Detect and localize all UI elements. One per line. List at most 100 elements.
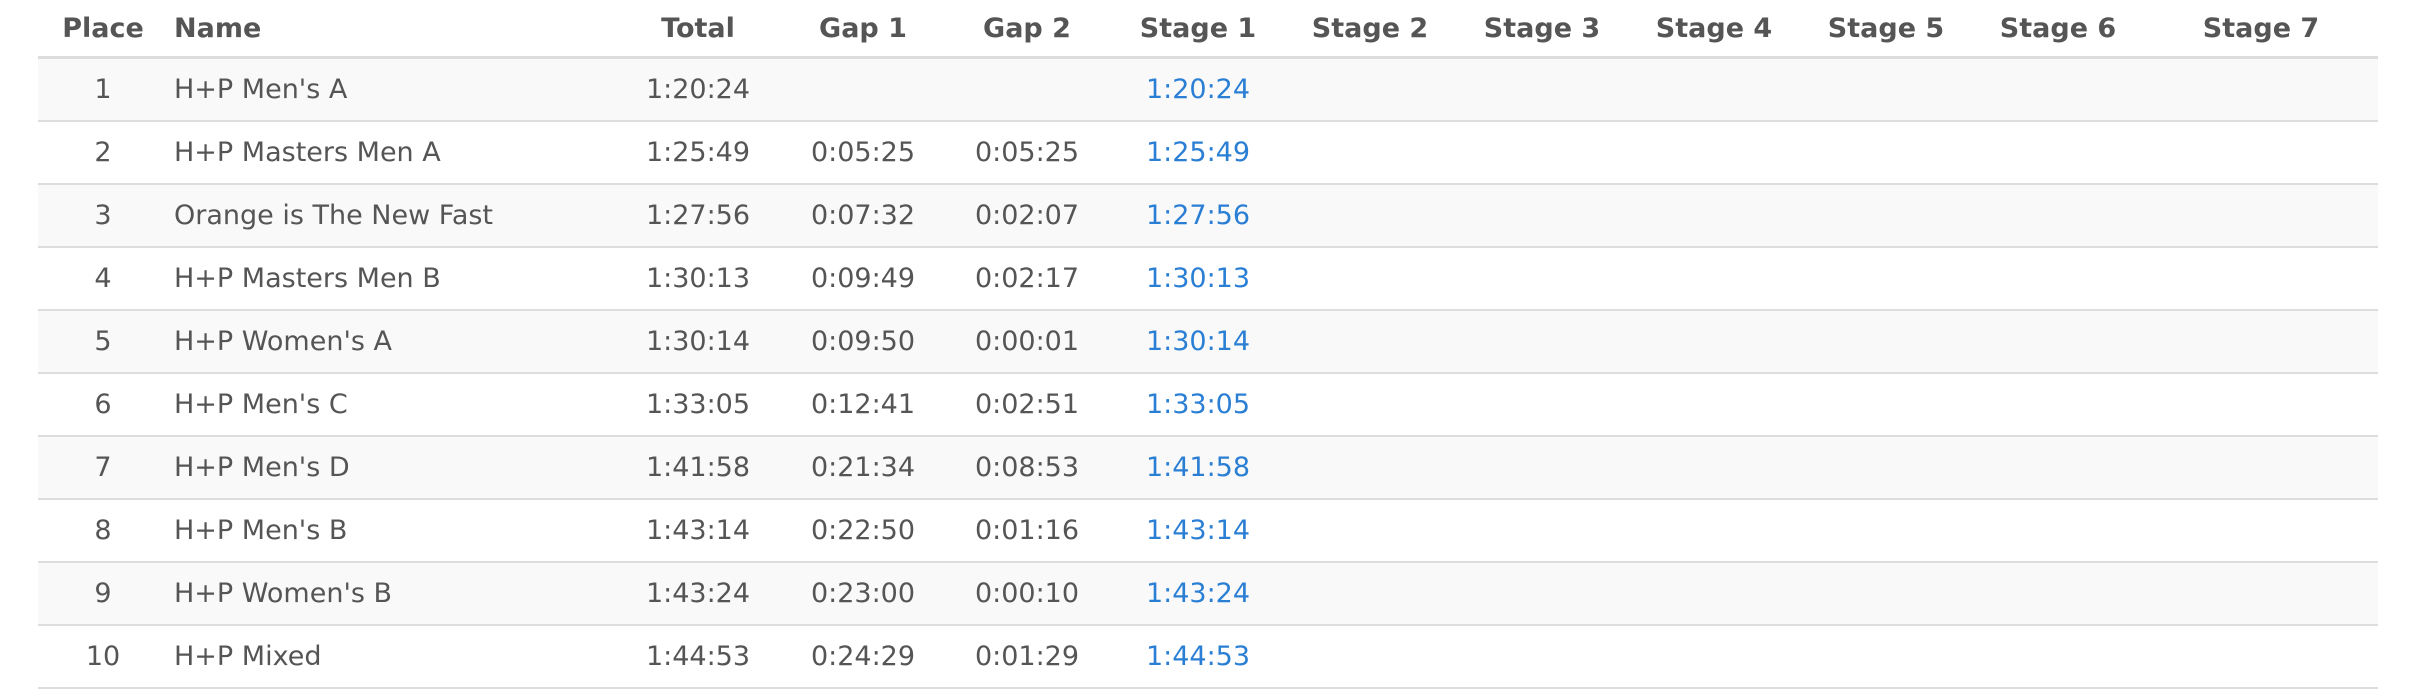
cell-gap2: 0:00:01	[942, 310, 1112, 374]
stage-1-time-link[interactable]: 1:20:24	[1146, 74, 1250, 105]
cell-gap2: 0:05:25	[942, 121, 1112, 185]
cell-name: H+P Masters Men B	[168, 247, 612, 311]
header-total[interactable]: Total	[612, 0, 784, 59]
cell-stage-3	[1456, 121, 1628, 185]
cell-gap2: 0:02:07	[942, 184, 1112, 248]
header-name[interactable]: Name	[168, 0, 612, 59]
cell-name: H+P Masters Men A	[168, 121, 612, 185]
cell-stage-2	[1284, 310, 1456, 374]
cell-gap1: 0:21:34	[784, 436, 942, 500]
cell-total: 1:30:14	[612, 310, 784, 374]
cell-stage-3	[1456, 184, 1628, 248]
cell-name: H+P Mixed	[168, 625, 612, 689]
cell-stage-3	[1456, 625, 1628, 689]
cell-name: H+P Men's D	[168, 436, 612, 500]
table-row: 10 H+P Mixed 1:44:53 0:24:29 0:01:29 1:44:53	[38, 625, 2378, 689]
stage-1-time-link[interactable]: 1:25:49	[1146, 137, 1250, 168]
cell-stage-2	[1284, 57, 1456, 122]
cell-stage-4	[1628, 499, 1800, 563]
table-row: 9 H+P Women's B 1:43:24 0:23:00 0:00:10 1:43:…	[38, 562, 2378, 626]
cell-stage-6	[1972, 562, 2144, 626]
cell-total: 1:20:24	[612, 57, 784, 122]
cell-stage-6	[1972, 310, 2144, 374]
stage-1-time-link[interactable]: 1:41:58	[1146, 452, 1250, 483]
stage-1-time-link[interactable]: 1:43:24	[1146, 578, 1250, 609]
cell-stage-2	[1284, 184, 1456, 248]
cell-stage-7	[2144, 247, 2378, 311]
cell-stage-5	[1800, 625, 1972, 689]
cell-stage-7	[2144, 310, 2378, 374]
cell-gap1: 0:07:32	[784, 184, 942, 248]
cell-stage-3	[1456, 57, 1628, 122]
cell-place: 7	[38, 436, 168, 500]
stage-1-time-link[interactable]: 1:33:05	[1146, 389, 1250, 420]
header-stage-3[interactable]: Stage 3	[1456, 0, 1628, 59]
cell-stage-3	[1456, 562, 1628, 626]
cell-gap1: 0:12:41	[784, 373, 942, 437]
cell-place: 4	[38, 247, 168, 311]
stage-1-time-link[interactable]: 1:43:14	[1146, 515, 1250, 546]
table-row: 5 H+P Women's A 1:30:14 0:09:50 0:00:01 1:30:…	[38, 310, 2378, 374]
table-row: 2 H+P Masters Men A 1:25:49 0:05:25 0:05:25 1…	[38, 121, 2378, 185]
cell-name: H+P Men's A	[168, 57, 612, 122]
cell-stage-1: 1:27:56	[1112, 184, 1284, 248]
cell-total: 1:25:49	[612, 121, 784, 185]
cell-stage-2	[1284, 436, 1456, 500]
cell-place: 5	[38, 310, 168, 374]
table-row: 7 H+P Men's D 1:41:58 0:21:34 0:08:53 1:41:58	[38, 436, 2378, 500]
stage-1-time-link[interactable]: 1:44:53	[1146, 641, 1250, 672]
cell-stage-7	[2144, 562, 2378, 626]
header-stage-1[interactable]: Stage 1	[1112, 0, 1284, 59]
cell-stage-3	[1456, 373, 1628, 437]
cell-stage-2	[1284, 625, 1456, 689]
cell-stage-7	[2144, 184, 2378, 248]
cell-place: 2	[38, 121, 168, 185]
cell-gap1: 0:05:25	[784, 121, 942, 185]
stage-1-time-link[interactable]: 1:27:56	[1146, 200, 1250, 231]
cell-total: 1:41:58	[612, 436, 784, 500]
table-row: 6 H+P Men's C 1:33:05 0:12:41 0:02:51 1:33:05	[38, 373, 2378, 437]
cell-stage-3	[1456, 247, 1628, 311]
cell-stage-3	[1456, 436, 1628, 500]
header-gap-1[interactable]: Gap 1	[784, 0, 942, 59]
cell-stage-2	[1284, 373, 1456, 437]
cell-gap1: 0:22:50	[784, 499, 942, 563]
stage-1-time-link[interactable]: 1:30:13	[1146, 263, 1250, 294]
cell-stage-4	[1628, 184, 1800, 248]
header-stage-4[interactable]: Stage 4	[1628, 0, 1800, 59]
cell-stage-1: 1:43:14	[1112, 499, 1284, 563]
cell-stage-2	[1284, 499, 1456, 563]
results-table-container: Place Name Total Gap 1 Gap 2 Stage 1 Sta…	[38, 0, 2378, 689]
cell-stage-6	[1972, 184, 2144, 248]
cell-stage-2	[1284, 121, 1456, 185]
cell-stage-1: 1:30:14	[1112, 310, 1284, 374]
header-stage-7[interactable]: Stage 7	[2144, 0, 2378, 59]
cell-gap1: 0:09:49	[784, 247, 942, 311]
cell-stage-6	[1972, 121, 2144, 185]
cell-total: 1:44:53	[612, 625, 784, 689]
cell-stage-3	[1456, 499, 1628, 563]
header-place[interactable]: Place	[38, 0, 168, 59]
header-gap-2[interactable]: Gap 2	[942, 0, 1112, 59]
cell-stage-4	[1628, 436, 1800, 500]
cell-gap2: 0:01:29	[942, 625, 1112, 689]
cell-stage-7	[2144, 57, 2378, 122]
cell-gap2: 0:02:17	[942, 247, 1112, 311]
cell-stage-7	[2144, 436, 2378, 500]
cell-gap1: 0:23:00	[784, 562, 942, 626]
stage-1-time-link[interactable]: 1:30:14	[1146, 326, 1250, 357]
table-row: 3 Orange is The New Fast 1:27:56 0:07:32 0:0…	[38, 184, 2378, 248]
cell-stage-7	[2144, 373, 2378, 437]
table-row: 1 H+P Men's A 1:20:24 1:20:24	[38, 57, 2378, 122]
cell-stage-5	[1800, 184, 1972, 248]
header-stage-5[interactable]: Stage 5	[1800, 0, 1972, 59]
cell-gap1: 0:09:50	[784, 310, 942, 374]
cell-stage-1: 1:33:05	[1112, 373, 1284, 437]
cell-stage-7	[2144, 499, 2378, 563]
cell-stage-6	[1972, 436, 2144, 500]
cell-stage-4	[1628, 121, 1800, 185]
header-stage-6[interactable]: Stage 6	[1972, 0, 2144, 59]
header-stage-2[interactable]: Stage 2	[1284, 0, 1456, 59]
cell-stage-5	[1800, 247, 1972, 311]
cell-place: 10	[38, 625, 168, 689]
